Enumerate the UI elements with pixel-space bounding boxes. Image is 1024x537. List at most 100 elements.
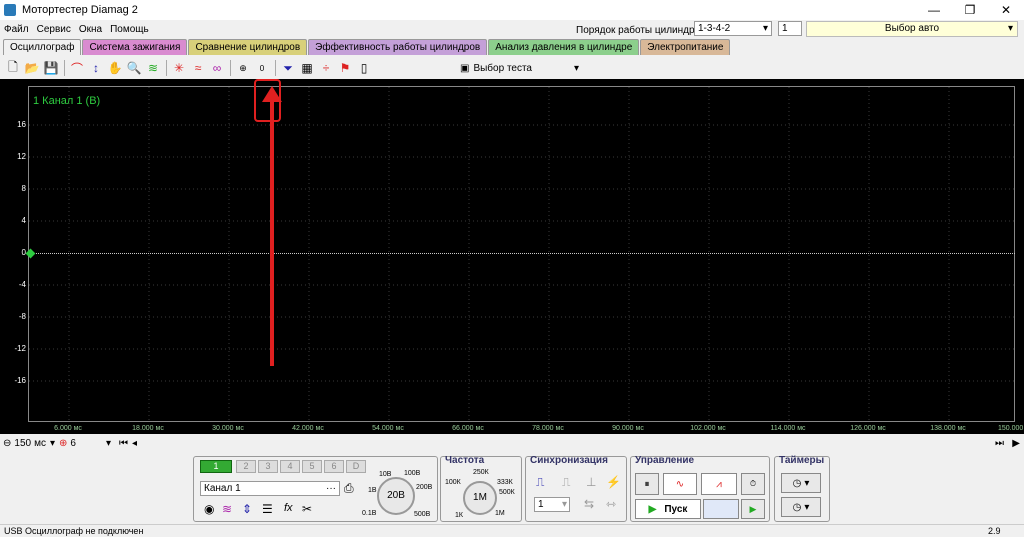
wave-icon[interactable]: ≋ <box>222 502 232 516</box>
scope-plot[interactable] <box>28 86 1015 422</box>
channel-name-field[interactable]: Канал 1 ··· <box>200 481 340 496</box>
auto-select[interactable]: Выбор авто ▾ <box>806 21 1018 37</box>
chevron-down-icon[interactable]: ▾ <box>106 438 111 449</box>
tab-cylinder-efficiency[interactable]: Эффективность работы цилиндров <box>308 39 488 55</box>
zoom-out-icon[interactable]: ⊖ <box>3 438 11 449</box>
prev-icon[interactable]: ◂ <box>132 438 137 449</box>
grid-icon[interactable]: ▦ <box>298 59 316 77</box>
tab-power[interactable]: Электропитание <box>640 39 731 55</box>
falling-edge-icon[interactable]: ⎍ <box>562 475 570 490</box>
loops-icon[interactable]: ∞ <box>208 59 226 77</box>
x-tick: 18.000 мс <box>132 425 164 432</box>
close-button[interactable]: ✕ <box>988 0 1024 20</box>
zoom-icon[interactable]: 🔍 <box>125 59 143 77</box>
last-page-icon[interactable]: ⏭ <box>995 438 1004 449</box>
channel-4-button[interactable]: 4 <box>280 460 300 473</box>
test-icon: ▣ <box>460 62 470 74</box>
y-tick: 8 <box>21 184 26 193</box>
eye-icon[interactable]: ◉ <box>204 502 214 516</box>
clock-icon: ◷ <box>792 501 802 513</box>
waveform-icon[interactable]: ⌒ <box>68 59 86 77</box>
zero-level-line <box>28 253 1015 254</box>
auto-play-button[interactable]: ▶ <box>741 499 765 519</box>
vertical-icon[interactable]: ⇕ <box>242 502 252 516</box>
timers-title: Таймеры <box>779 455 825 466</box>
tab-oscilloscope[interactable]: Осциллограф <box>3 39 82 55</box>
rising-edge-icon[interactable]: ⎍ <box>536 475 544 490</box>
lines-icon[interactable]: ☰ <box>262 502 273 516</box>
menu-service[interactable]: Сервис <box>33 24 75 35</box>
pulse-icon[interactable]: ⚡ <box>606 475 621 489</box>
open-folder-icon[interactable]: 📂 <box>23 59 41 77</box>
channel-2-button[interactable]: 2 <box>236 460 256 473</box>
zero-icon[interactable]: 0 <box>253 59 271 77</box>
channel-1-button[interactable]: 1 <box>200 460 232 473</box>
trigger-icon[interactable]: ⊥ <box>586 475 596 489</box>
channel-number[interactable]: 6 <box>70 438 76 449</box>
tools-icon[interactable]: ✂ <box>302 502 312 516</box>
noise-button[interactable]: ⩘ <box>701 473 737 495</box>
filter-icon[interactable]: ⏷ <box>279 59 297 77</box>
status-bar: USB Осциллограф не подключен 2.9 <box>0 524 1024 537</box>
range-knob[interactable]: 20В <box>377 477 415 515</box>
print-icon[interactable]: ⎙ <box>344 481 354 496</box>
chevron-down-icon: ▾ <box>573 62 579 74</box>
channel-icon: ⊕ <box>58 438 68 449</box>
scale-icon[interactable]: ✳ <box>170 59 188 77</box>
minimize-button[interactable]: — <box>916 0 952 20</box>
timer-2-button[interactable]: ◷ ▾ <box>781 497 821 517</box>
menu-help[interactable]: Помощь <box>106 24 153 35</box>
chevron-down-icon[interactable]: ▾ <box>50 438 55 449</box>
start-button[interactable]: ▶ Пуск <box>635 499 701 519</box>
new-file-icon[interactable]: 🗋 <box>4 59 22 77</box>
tab-pressure-analysis[interactable]: Анализ давления в цилиндре <box>488 39 640 55</box>
channel-3-button[interactable]: 3 <box>258 460 278 473</box>
first-page-icon[interactable]: ⏮ <box>119 438 128 449</box>
sync-channel-select[interactable]: 1 ▾ <box>534 497 570 512</box>
auto-scale-icon[interactable]: ⊕ <box>234 59 252 77</box>
function-icon[interactable]: fx <box>284 502 293 514</box>
y-tick: -8 <box>18 312 26 321</box>
maximize-button[interactable]: ❐ <box>952 0 988 20</box>
y-tick: 16 <box>17 120 26 129</box>
sync-panel: Синхронизация ⎍ ⎍ ⊥ ⚡ 1 ▾ ⇆ ⇿ <box>525 455 627 522</box>
frequency-knob[interactable]: 1М <box>463 481 497 515</box>
sync-slope-icon[interactable]: ⇆ <box>584 497 594 511</box>
x-tick: 114.000 мс <box>770 425 806 432</box>
timebase-value[interactable]: 150 <box>14 438 31 449</box>
menu-windows[interactable]: Окна <box>75 24 106 35</box>
flag-icon[interactable]: ⚑ <box>336 59 354 77</box>
y-tick: 0 <box>21 248 26 257</box>
y-tick: -16 <box>14 376 26 385</box>
auto-button[interactable]: ⏱ <box>741 473 765 495</box>
x-tick: 90.000 мс <box>612 425 644 432</box>
pause-button[interactable]: ⏸ <box>635 473 659 495</box>
tab-cylinder-compare[interactable]: Сравнение цилиндров <box>188 39 308 55</box>
hand-icon[interactable]: ✋ <box>106 59 124 77</box>
menu-file[interactable]: Файл <box>0 24 33 35</box>
layers-icon[interactable]: ≋ <box>144 59 162 77</box>
control-title: Управление <box>635 455 695 466</box>
y-tick: -12 <box>14 344 26 353</box>
timers-panel: Таймеры ◷ ▾ ◷ ▾ <box>774 455 830 522</box>
play-icon[interactable]: ▶ <box>1012 438 1020 449</box>
cursor-icon[interactable]: ↕ <box>87 59 105 77</box>
document-icon[interactable]: ▯ <box>355 59 373 77</box>
timer-1-button[interactable]: ◷ ▾ <box>781 473 821 493</box>
cylinder-order-select[interactable]: 1-3-4-2 ▾ <box>694 21 772 36</box>
record-button[interactable] <box>703 499 739 519</box>
sync-mode-icon[interactable]: ⇿ <box>606 497 616 511</box>
cylinder-count-stepper[interactable]: 1 <box>778 21 802 36</box>
channel-d-button[interactable]: D <box>346 460 366 473</box>
divider-icon[interactable]: ÷ <box>317 59 335 77</box>
channel-5-button[interactable]: 5 <box>302 460 322 473</box>
tab-ignition[interactable]: Система зажигания <box>82 39 188 55</box>
sine-button[interactable]: ∿ <box>663 473 697 495</box>
cylinder-order-label: Порядок работы цилиндров <box>576 25 706 36</box>
overlay-icon[interactable]: ≈ <box>189 59 207 77</box>
save-icon[interactable]: 💾 <box>42 59 60 77</box>
chevron-down-icon: ▾ <box>804 477 810 489</box>
test-select[interactable]: ▣ Выбор теста ▾ <box>460 60 585 76</box>
channel-6-button[interactable]: 6 <box>324 460 344 473</box>
x-tick: 42.000 мс <box>292 425 324 432</box>
